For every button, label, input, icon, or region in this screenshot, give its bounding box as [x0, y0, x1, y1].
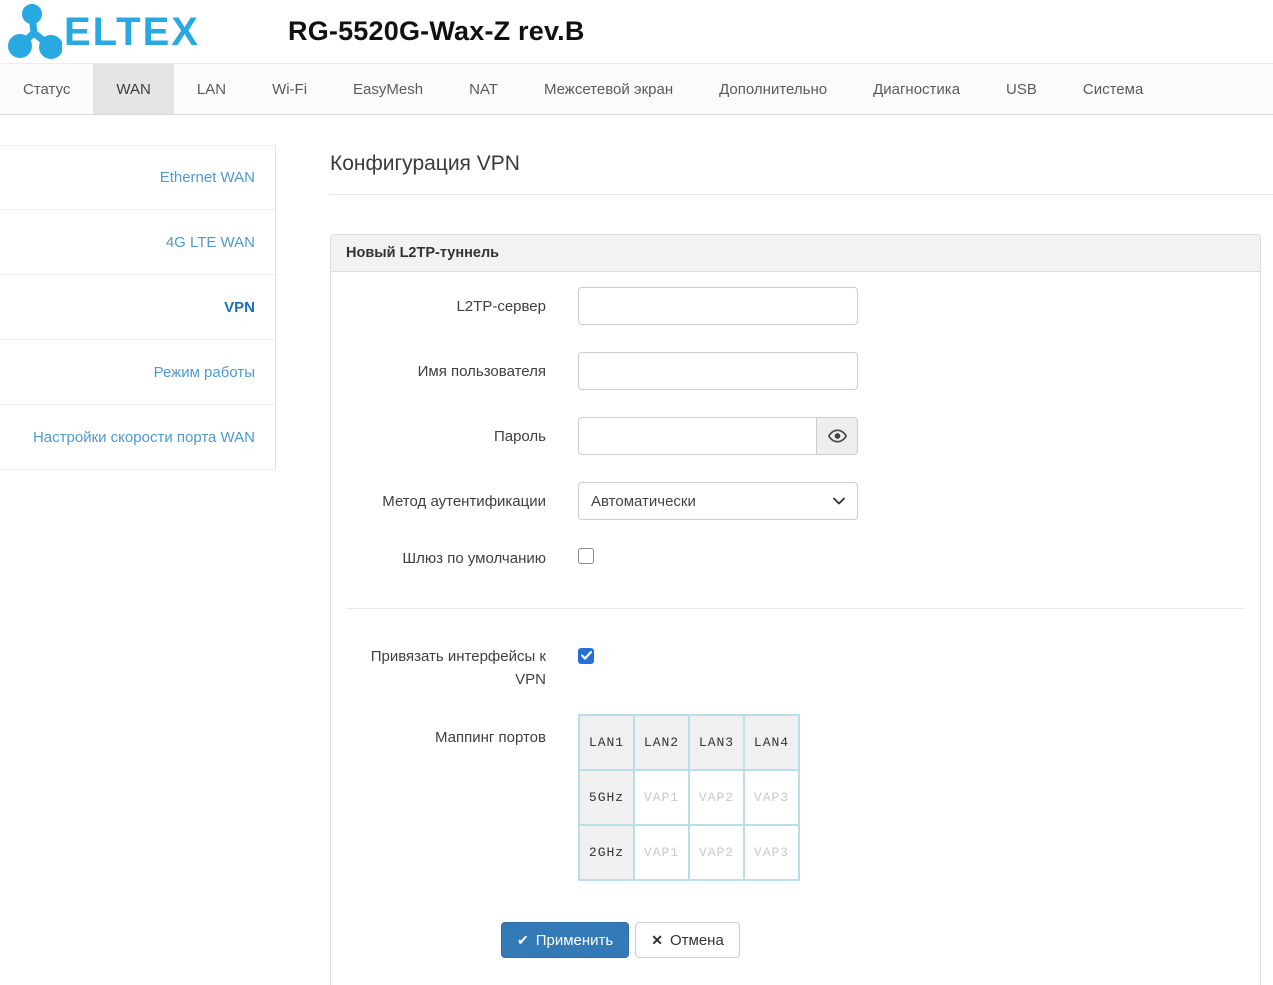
port-mapping-row: Маппинг портов LAN1 LAN2 LAN3 LAN4 5GHz …: [346, 714, 1245, 881]
tab-easymesh[interactable]: EasyMesh: [330, 64, 446, 114]
auth-method-value: Автоматически: [591, 492, 696, 510]
username-label: Имя пользователя: [417, 363, 546, 380]
port-cell-lan2[interactable]: LAN2: [633, 714, 690, 771]
eye-icon: [827, 429, 847, 443]
port-cell-2ghz-vap1[interactable]: VAP1: [633, 824, 690, 881]
tab-system[interactable]: Система: [1060, 64, 1166, 114]
port-cell-5ghz[interactable]: 5GHz: [578, 769, 635, 826]
port-cell-2ghz[interactable]: 2GHz: [578, 824, 635, 881]
tab-advanced[interactable]: Дополнительно: [696, 64, 850, 114]
cancel-button-label: Отмена: [669, 931, 724, 949]
apply-button[interactable]: ✔ Применить: [501, 922, 630, 958]
password-row: Пароль: [346, 417, 1245, 455]
sidebar-item-work-mode[interactable]: Режим работы: [0, 340, 275, 405]
tab-firewall[interactable]: Межсетевой экран: [521, 64, 696, 114]
page-title: Конфигурация VPN: [330, 152, 520, 175]
panel-body: L2TP-сервер Имя пользователя Пароль Мето…: [331, 272, 1260, 985]
device-title: RG-5520G-Wax-Z rev.B: [288, 16, 585, 46]
default-gateway-row: Шлюз по умолчанию: [346, 547, 1245, 570]
tab-nat[interactable]: NAT: [446, 64, 521, 114]
l2tp-server-label: L2TP-сервер: [456, 298, 546, 315]
port-mapping-label: Маппинг портов: [434, 729, 546, 746]
tab-usb[interactable]: USB: [983, 64, 1060, 114]
password-input[interactable]: [578, 417, 817, 455]
main-nav: Статус WAN LAN Wi-Fi EasyMesh NAT Межсет…: [0, 63, 1273, 115]
table-row: 5GHz VAP1 VAP2 VAP3: [578, 769, 800, 826]
l2tp-server-row: L2TP-сервер: [346, 287, 1245, 325]
tab-diagnostics[interactable]: Диагностика: [850, 64, 983, 114]
port-cell-2ghz-vap2[interactable]: VAP2: [688, 824, 745, 881]
chevron-down-icon: [833, 497, 845, 505]
port-cell-lan4[interactable]: LAN4: [743, 714, 800, 771]
table-row: LAN1 LAN2 LAN3 LAN4: [578, 714, 800, 771]
sidebar: Ethernet WAN 4G LTE WAN VPN Режим работы…: [0, 115, 276, 470]
apply-button-label: Применить: [535, 931, 614, 949]
eltex-logo: ELTEX: [8, 3, 238, 61]
form-actions: ✔ Применить ✕ Отмена: [501, 922, 1245, 958]
toggle-password-visibility-button[interactable]: [817, 417, 858, 455]
port-cell-5ghz-vap2[interactable]: VAP2: [688, 769, 745, 826]
auth-method-row: Метод аутентификации Автоматически: [346, 482, 1245, 520]
x-icon: ✕: [651, 931, 663, 948]
section-divider: [346, 608, 1245, 609]
check-icon: [580, 651, 592, 660]
port-cell-2ghz-vap3[interactable]: VAP3: [743, 824, 800, 881]
sidebar-list: Ethernet WAN 4G LTE WAN VPN Режим работы…: [0, 145, 276, 470]
tab-lan[interactable]: LAN: [174, 64, 249, 114]
tab-wan[interactable]: WAN: [93, 64, 174, 114]
sidebar-item-4g-lte-wan[interactable]: 4G LTE WAN: [0, 210, 275, 275]
cancel-button[interactable]: ✕ Отмена: [635, 922, 740, 958]
l2tp-tunnel-panel: Новый L2TP-туннель L2TP-сервер Имя польз…: [330, 234, 1261, 985]
port-cell-lan1[interactable]: LAN1: [578, 714, 635, 771]
default-gateway-checkbox[interactable]: [578, 548, 594, 564]
app-header: ELTEX RG-5520G-Wax-Z rev.B: [0, 0, 1273, 63]
main-content: Конфигурация VPN Новый L2TP-туннель L2TP…: [276, 115, 1273, 985]
default-gateway-label: Шлюз по умолчанию: [402, 550, 546, 567]
bind-interfaces-checkbox[interactable]: [578, 647, 594, 664]
auth-method-select[interactable]: Автоматически: [578, 482, 858, 520]
username-row: Имя пользователя: [346, 352, 1245, 390]
port-mapping-table: LAN1 LAN2 LAN3 LAN4 5GHz VAP1 VAP2 VAP3: [578, 714, 800, 881]
title-divider: [330, 194, 1273, 195]
panel-title: Новый L2TP-туннель: [331, 235, 1260, 272]
sidebar-item-ethernet-wan[interactable]: Ethernet WAN: [0, 145, 275, 210]
port-cell-5ghz-vap3[interactable]: VAP3: [743, 769, 800, 826]
password-label: Пароль: [493, 428, 546, 445]
auth-method-label: Метод аутентификации: [382, 493, 546, 510]
bind-interfaces-row: Привязать интерфейсы к VPN: [346, 645, 1245, 693]
sidebar-item-wan-port-speed[interactable]: Настройки скорости порта WAN: [0, 405, 275, 470]
tab-status[interactable]: Статус: [0, 64, 93, 114]
username-input[interactable]: [578, 352, 858, 390]
port-cell-lan3[interactable]: LAN3: [688, 714, 745, 771]
check-icon: ✔: [517, 931, 529, 948]
logo-wordmark: ELTEX: [64, 9, 200, 54]
l2tp-server-input[interactable]: [578, 287, 858, 325]
sidebar-item-vpn[interactable]: VPN: [0, 275, 275, 340]
eltex-molecule-icon: [8, 3, 62, 59]
bind-interfaces-label: Привязать интерфейсы к VPN: [370, 648, 546, 688]
port-cell-5ghz-vap1[interactable]: VAP1: [633, 769, 690, 826]
tab-wifi[interactable]: Wi-Fi: [249, 64, 330, 114]
table-row: 2GHz VAP1 VAP2 VAP3: [578, 824, 800, 881]
